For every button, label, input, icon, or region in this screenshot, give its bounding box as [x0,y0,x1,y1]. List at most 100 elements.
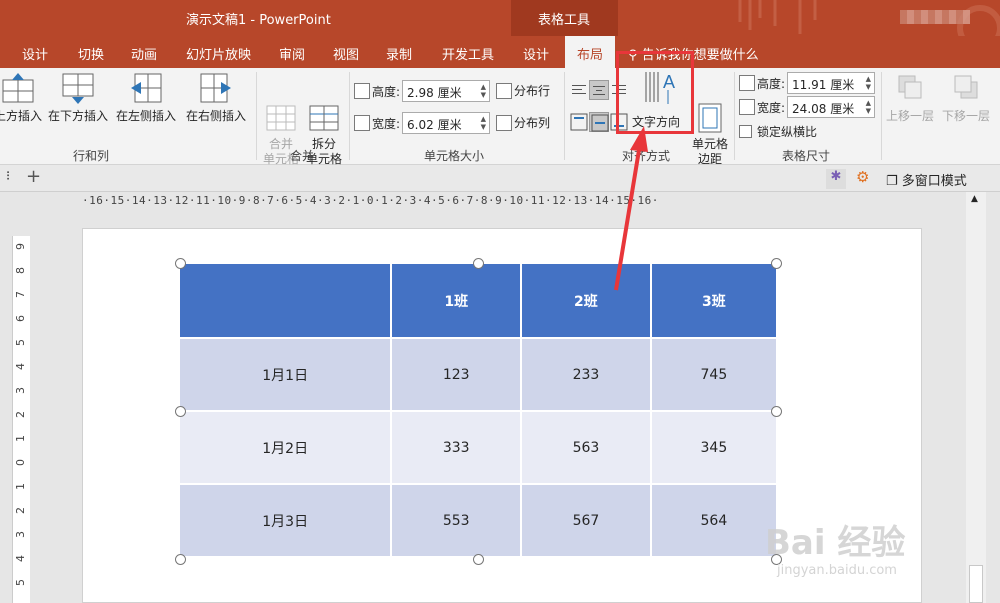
annotation-arrow [614,126,648,291]
tab-table-layout[interactable]: 布局 [565,36,616,68]
spinner-icon[interactable]: ▲ ▼ [481,83,486,99]
send-backward-icon [949,72,983,104]
row-height-icon [354,83,370,99]
cell-width-value: 6.02 厘米 [407,118,462,132]
table-height-icon [739,75,755,91]
spinner-icon[interactable]: ▲ ▼ [481,115,486,131]
cell-height-value: 2.98 厘米 [407,86,462,100]
lock-ratio-checkbox[interactable]: 锁定纵横比 [739,123,817,140]
table-row: 1月3日 553 567 564 [180,484,776,558]
tab-record[interactable]: 录制 [386,44,412,63]
tab-table-design[interactable]: 设计 [523,44,549,63]
send-backward-label: 下移一层 [942,109,991,123]
cell-height-input[interactable]: 2.98 厘米 ▲ ▼ [402,80,491,102]
table-cell[interactable]: 564 [650,484,776,558]
table-cell[interactable]: 553 [391,484,523,558]
add-tab-icon[interactable]: + [26,166,41,187]
tab-animations[interactable]: 动画 [131,44,157,63]
insert-left-icon [129,72,163,104]
table-height-label: 高度: [757,76,786,91]
insert-above-icon [1,72,35,104]
group-table-size: 表格尺寸 [782,149,831,163]
baidu-watermark-url: jingyan.baidu.com [777,563,897,578]
table-cell[interactable]: 123 [391,338,523,412]
resize-handle[interactable] [175,554,186,565]
scroll-up-icon[interactable]: ▲ [971,194,978,204]
resize-handle[interactable] [771,258,782,269]
table-height-input[interactable]: 11.91 厘米 ▲ ▼ [787,72,876,94]
resize-handle[interactable] [473,258,484,269]
multi-window-button[interactable]: ❐ 多窗口模式 [886,170,967,189]
table-row: 1月2日 333 563 345 [180,411,776,485]
merge-cells-icon [264,87,298,131]
vertical-scrollbar[interactable]: ▲ [966,192,986,603]
cell-margins-label: 单元格 边距 [691,137,728,166]
ribbon-layout: 上方插入 在下方插入 在左侧插入 在右侧插入 行和列 合并 单元格 拆分 单元格… [0,68,1000,167]
header-cell[interactable]: 3班 [650,264,776,339]
resize-handle[interactable] [473,554,484,565]
tab-developer[interactable]: 开发工具 [442,44,494,63]
table-cell[interactable]: 1月2日 [180,411,393,485]
separator [881,72,882,160]
header-cell[interactable]: 1班 [391,264,523,339]
scroll-thumb[interactable] [969,565,983,603]
blurred-account [900,10,970,24]
title-bar: 演示文稿1 - PowerPoint 表格工具 [0,0,1000,68]
resize-handle[interactable] [175,258,186,269]
table-cell[interactable]: 563 [521,411,652,485]
magic-icon[interactable]: ✱ [826,169,846,189]
cell-width-input[interactable]: 6.02 厘米 ▲ ▼ [402,112,491,134]
distribute-cols-label: 分布列 [514,116,551,130]
column-width-icon [354,115,370,131]
table-cell[interactable]: 233 [521,338,652,412]
tab-slideshow[interactable]: 幻灯片放映 [186,44,251,63]
split-cells-icon [307,87,341,131]
spinner-icon[interactable]: ▲ ▼ [866,99,871,115]
distribute-cols-button[interactable]: 分布列 [496,114,550,131]
bring-forward-button[interactable]: 上移一层 [886,72,934,124]
insert-below-button[interactable]: 在下方插入 [48,72,108,124]
table-cell[interactable]: 1月3日 [180,484,393,558]
data-table[interactable]: 1班 2班 3班 1月1日 123 233 745 1月2日 333 563 3… [180,264,776,558]
align-top-icon[interactable] [569,112,589,132]
align-left-icon[interactable] [569,80,589,100]
tab-review[interactable]: 审阅 [279,44,305,63]
insert-below-label: 在下方插入 [48,109,109,123]
table-cell[interactable]: 345 [650,411,776,485]
insert-right-label: 在右侧插入 [186,109,247,123]
group-rows-cols: 行和列 [73,149,110,163]
send-backward-button[interactable]: 下移一层 [942,72,990,124]
distribute-cols-icon [496,114,512,131]
resize-handle[interactable] [175,406,186,417]
checkbox-icon [739,125,752,138]
tab-view[interactable]: 视图 [333,44,359,63]
align-center-icon[interactable] [589,80,609,100]
settings-icon[interactable]: ⚙ [856,168,869,186]
table-height-row: 高度: 11.91 厘米 ▲ ▼ [739,72,876,94]
insert-above-button[interactable]: 上方插入 [0,72,42,124]
more-icon[interactable]: ⁝ [6,169,10,184]
table-width-input[interactable]: 24.08 厘米 ▲ ▼ [787,96,876,118]
distribute-rows-button[interactable]: 分布行 [496,82,550,99]
distribute-rows-label: 分布行 [514,84,551,98]
table-header-row: 1班 2班 3班 [180,264,776,339]
cell-width-label: 宽度: [372,116,401,131]
window-title: 演示文稿1 - PowerPoint [186,13,331,28]
separator [734,72,735,160]
table-cell[interactable]: 745 [650,338,776,412]
cell-margins-button[interactable]: 单元格 边距 [690,72,730,167]
insert-left-button[interactable]: 在左侧插入 [116,72,176,124]
table-cell[interactable]: 1月1日 [180,338,393,412]
tab-transitions[interactable]: 切换 [78,44,104,63]
document-tabs-bar: ⁝ + ✱ ⚙ ❐ 多窗口模式 [0,165,1000,192]
separator [256,72,257,160]
header-cell[interactable] [180,264,393,339]
vertical-ruler: 9876 5432 1012 345 [12,236,30,603]
resize-handle[interactable] [771,406,782,417]
table-width-icon [739,99,755,115]
insert-right-button[interactable]: 在右侧插入 [186,72,246,124]
table-cell[interactable]: 333 [391,411,523,485]
tab-design[interactable]: 设计 [22,44,48,63]
spinner-icon[interactable]: ▲ ▼ [866,75,871,91]
table-cell[interactable]: 567 [521,484,652,558]
